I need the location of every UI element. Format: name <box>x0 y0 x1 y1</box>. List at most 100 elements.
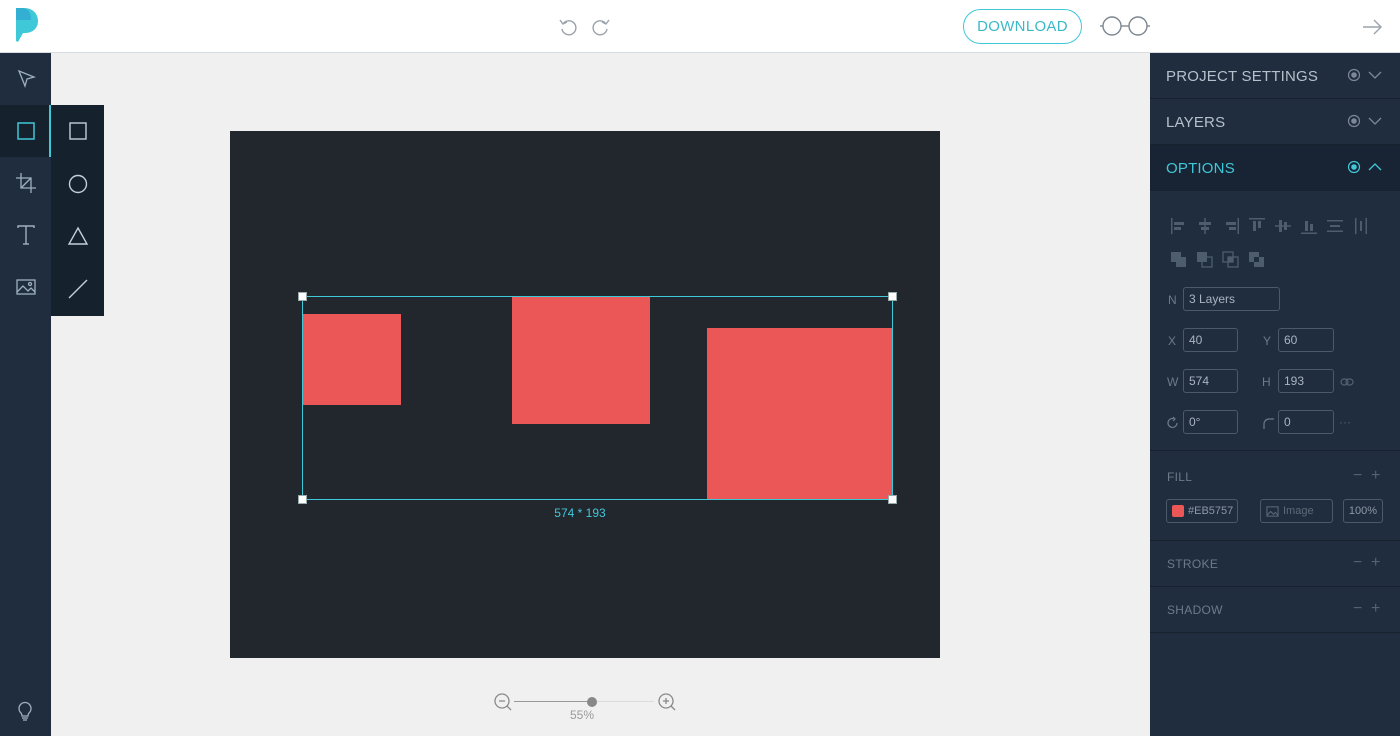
text-tool[interactable] <box>0 209 51 261</box>
layer-name-input[interactable] <box>1183 287 1280 311</box>
corner-radius-input[interactable] <box>1278 410 1334 434</box>
fill-image-picker[interactable]: Image <box>1260 499 1333 523</box>
exclude-icon <box>1249 252 1264 267</box>
circle-shape-option[interactable] <box>51 158 104 210</box>
intersect-button[interactable] <box>1218 249 1244 271</box>
rectangle-shape-option[interactable] <box>51 105 104 157</box>
fill-color-value: #EB5757 <box>1188 505 1234 517</box>
red-rectangle-2[interactable] <box>512 297 650 424</box>
visibility-icon[interactable] <box>1347 160 1361 174</box>
selection-dimensions: 574 * 193 <box>554 506 606 520</box>
undo-icon[interactable] <box>557 15 579 37</box>
line-shape-option[interactable] <box>51 263 104 315</box>
rotate-icon <box>1167 416 1178 429</box>
union-button[interactable] <box>1166 249 1192 271</box>
link-icon[interactable] <box>1340 375 1354 389</box>
redo-icon[interactable] <box>590 15 612 37</box>
more-options-button[interactable]: ··· <box>1339 415 1351 429</box>
stroke-remove-button[interactable]: − <box>1353 555 1362 571</box>
top-bar: DOWNLOAD <box>0 0 1400 53</box>
height-input[interactable] <box>1278 369 1334 393</box>
x-position-input[interactable] <box>1183 328 1238 352</box>
stroke-add-button[interactable]: + <box>1371 555 1380 571</box>
right-panel: PROJECT SETTINGS LAYERS OPTIONS N 3 Laye… <box>1150 53 1400 736</box>
text-icon <box>16 225 35 245</box>
align-center-h-button[interactable] <box>1192 215 1218 237</box>
zoom-level-label: 55% <box>569 708 595 722</box>
rotation-input[interactable] <box>1183 410 1238 434</box>
divider <box>1150 586 1400 587</box>
triangle-icon <box>67 226 88 245</box>
red-rectangle-1[interactable] <box>303 314 401 405</box>
zoom-slider-knob[interactable] <box>587 697 597 707</box>
divider <box>1150 540 1400 541</box>
align-center-horizontal-icon <box>1199 218 1211 234</box>
shadow-title: SHADOW <box>1167 603 1223 617</box>
shape-tool[interactable] <box>0 105 51 157</box>
x-label: X <box>1168 334 1177 348</box>
chevron-down-icon[interactable] <box>1368 68 1382 82</box>
image-tool[interactable] <box>0 261 51 313</box>
distribute-horizontal-icon <box>1355 218 1367 234</box>
resize-handle-bottom-right[interactable] <box>888 495 897 504</box>
section-options[interactable]: OPTIONS <box>1150 145 1400 191</box>
fill-title: FILL <box>1167 470 1193 484</box>
section-layers[interactable]: LAYERS <box>1150 99 1400 145</box>
lightbulb-icon[interactable] <box>14 700 36 722</box>
triangle-shape-option[interactable] <box>51 210 104 262</box>
circle-icon <box>68 174 87 194</box>
h-label: H <box>1262 375 1271 389</box>
preview-glasses-icon[interactable] <box>1098 14 1152 38</box>
shape-flyout <box>51 105 104 316</box>
stroke-title: STROKE <box>1167 557 1219 571</box>
zoom-out-icon[interactable] <box>493 692 513 712</box>
y-position-input[interactable] <box>1278 328 1334 352</box>
shadow-add-button[interactable]: + <box>1371 601 1380 617</box>
width-input[interactable] <box>1183 369 1238 393</box>
image-icon <box>15 279 36 295</box>
y-label: Y <box>1263 334 1272 348</box>
exclude-button[interactable] <box>1244 249 1270 271</box>
resize-handle-top-left[interactable] <box>298 292 307 301</box>
image-icon <box>1266 505 1279 517</box>
fill-color-picker[interactable]: #EB5757 <box>1166 499 1238 523</box>
square-icon <box>16 122 35 140</box>
distribute-vertical-button[interactable] <box>1322 215 1348 237</box>
shadow-remove-button[interactable]: − <box>1353 601 1362 617</box>
resize-handle-top-right[interactable] <box>888 292 897 301</box>
align-top-button[interactable] <box>1244 215 1270 237</box>
w-label: W <box>1167 375 1179 389</box>
red-rectangle-3[interactable] <box>707 328 892 499</box>
section-title: OPTIONS <box>1166 160 1235 177</box>
subtract-icon <box>1197 252 1213 268</box>
distribute-horizontal-button[interactable] <box>1348 215 1374 237</box>
align-bottom-button[interactable] <box>1296 215 1322 237</box>
arrow-right-icon[interactable] <box>1360 15 1384 39</box>
align-middle-button[interactable] <box>1270 215 1296 237</box>
color-swatch <box>1172 505 1184 517</box>
section-project-settings[interactable]: PROJECT SETTINGS <box>1150 53 1400 99</box>
align-middle-icon <box>1275 220 1291 232</box>
fill-opacity-input[interactable]: 100% <box>1343 499 1383 523</box>
visibility-icon[interactable] <box>1347 114 1361 128</box>
zoom-slider-fill <box>514 701 592 702</box>
visibility-icon[interactable] <box>1347 68 1361 82</box>
download-button[interactable]: DOWNLOAD <box>963 9 1082 44</box>
select-tool[interactable] <box>0 53 51 105</box>
align-bottom-icon <box>1301 221 1317 234</box>
zoom-in-icon[interactable] <box>657 692 677 712</box>
chevron-up-icon[interactable] <box>1368 160 1382 174</box>
intersect-icon <box>1222 251 1239 268</box>
align-left-icon <box>1171 218 1184 234</box>
crop-tool[interactable] <box>0 157 51 209</box>
divider <box>1150 450 1400 451</box>
align-right-button[interactable] <box>1218 215 1244 237</box>
subtract-button[interactable] <box>1192 249 1218 271</box>
chevron-down-icon[interactable] <box>1368 114 1382 128</box>
align-left-button[interactable] <box>1166 215 1192 237</box>
resize-handle-bottom-left[interactable] <box>298 495 307 504</box>
align-top-icon <box>1249 218 1265 231</box>
fill-add-button[interactable]: + <box>1371 468 1380 484</box>
fill-remove-button[interactable]: − <box>1353 468 1362 484</box>
image-placeholder: Image <box>1283 505 1314 517</box>
